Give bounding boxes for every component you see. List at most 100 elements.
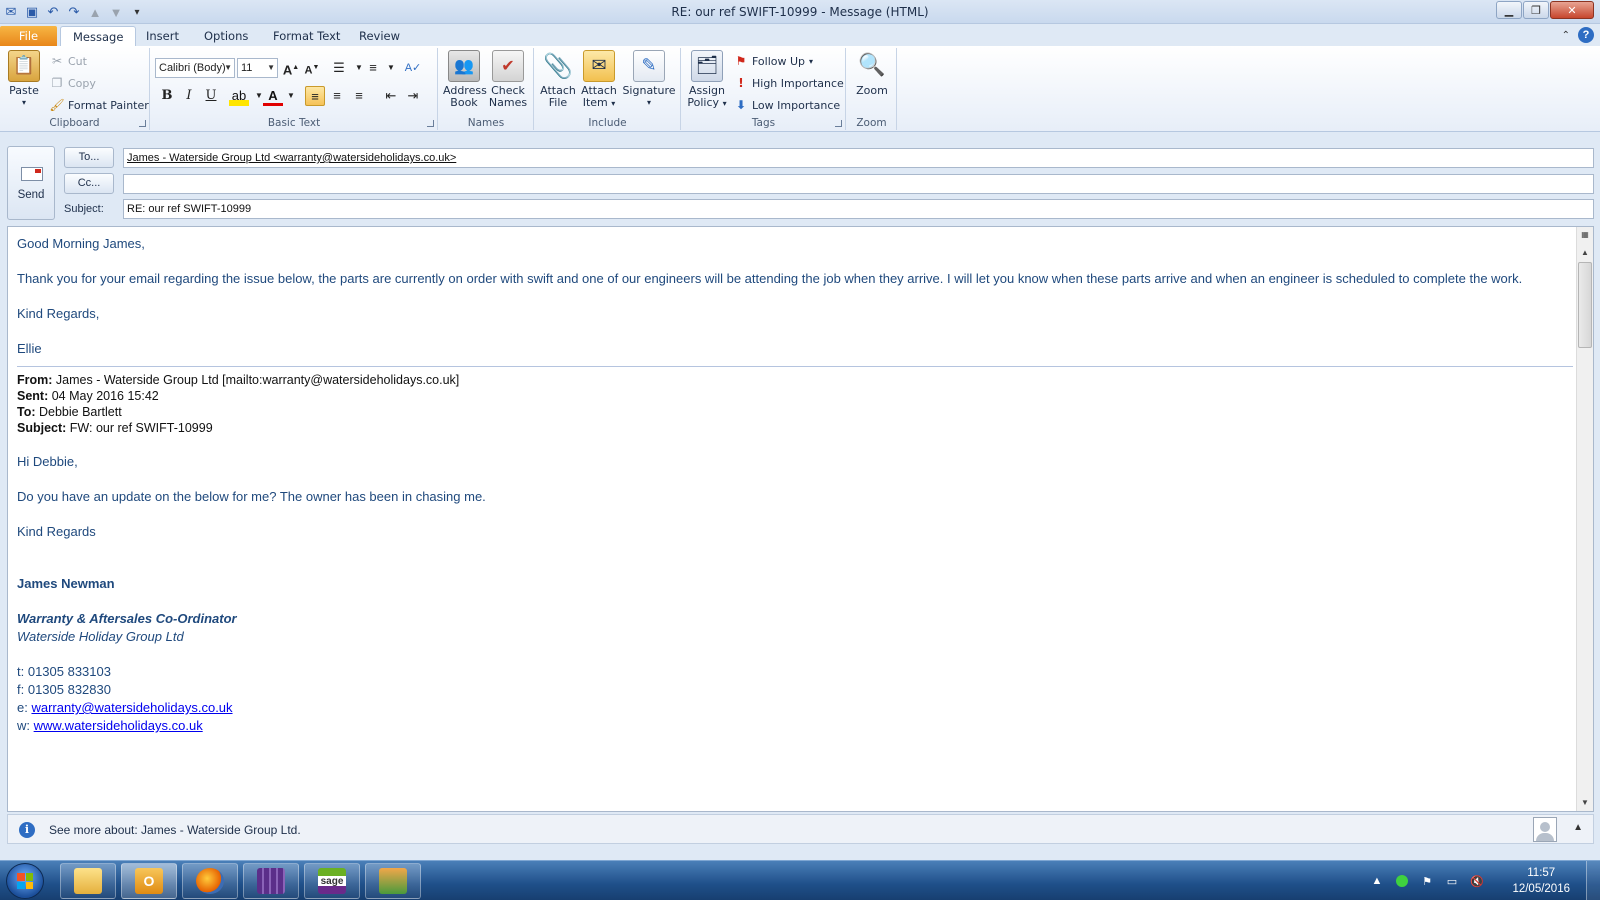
assign-policy-button[interactable]: 🗂 Assign Policy ▾	[686, 50, 728, 110]
tab-format-text[interactable]: Format Text	[261, 26, 352, 46]
font-color-button[interactable]: A	[263, 86, 283, 106]
paste-button[interactable]: 📋 Paste ▾	[6, 50, 42, 109]
signature-email-line: e: warranty@watersideholidays.co.uk	[17, 700, 233, 715]
paste-icon: 📋	[8, 50, 40, 82]
taskbar-people-app[interactable]	[365, 863, 421, 899]
clock-date: 12/05/2016	[1512, 883, 1570, 895]
basic-text-dialog-launcher[interactable]	[427, 120, 434, 127]
minimize-button[interactable]: ▁	[1496, 1, 1522, 19]
taskbar-firefox[interactable]	[182, 863, 238, 899]
send-button[interactable]: Send	[7, 146, 55, 220]
font-size-combo[interactable]: 11 ▼	[237, 58, 278, 78]
flag-icon: ⚑	[735, 54, 747, 68]
high-importance-button[interactable]: ! High Importance	[734, 76, 844, 90]
shrink-font-button[interactable]: A▼	[302, 58, 322, 78]
title-bar: ✉ ▣ ↶ ↷ ▲ ▼ ▾ RE: our ref SWIFT-10999 - …	[0, 0, 1600, 24]
zoom-group: 🔍 Zoom Zoom	[847, 48, 897, 130]
quoted-subject: FW: our ref SWIFT-10999	[69, 421, 213, 435]
zoom-button[interactable]: 🔍 Zoom	[851, 50, 893, 97]
quote-separator	[17, 366, 1573, 367]
format-painter-button[interactable]: 🖌 Format Painter	[49, 98, 148, 112]
start-button[interactable]	[6, 863, 44, 899]
bold-button[interactable]: B	[157, 86, 177, 106]
network-icon[interactable]: ▭	[1444, 873, 1460, 889]
align-right-button[interactable]: ≡	[349, 86, 369, 106]
scroll-down-button[interactable]: ▼	[1577, 795, 1593, 811]
tab-file[interactable]: File	[0, 26, 57, 46]
restore-button[interactable]: ❐	[1523, 1, 1549, 19]
font-name-combo[interactable]: Calibri (Body) ▼	[155, 58, 235, 78]
contact-avatar[interactable]	[1533, 817, 1557, 842]
help-icon[interactable]: ?	[1578, 27, 1594, 43]
cc-field[interactable]	[123, 174, 1594, 194]
cc-button[interactable]: Cc...	[64, 173, 114, 194]
chevron-down-icon[interactable]: ▼	[381, 58, 401, 78]
align-left-button[interactable]: ≡	[305, 86, 325, 106]
signature-company: Waterside Holiday Group Ltd	[17, 629, 184, 644]
status-green-icon[interactable]	[1394, 873, 1410, 889]
clock-time: 11:57	[1527, 867, 1556, 879]
ruler-toggle-icon[interactable]: ▦	[1577, 227, 1593, 243]
taskbar-sage[interactable]: sage	[304, 863, 360, 899]
low-importance-button[interactable]: ⬇ Low Importance	[734, 98, 840, 112]
align-center-button[interactable]: ≡	[327, 86, 347, 106]
to-button[interactable]: To...	[64, 147, 114, 168]
grow-font-button[interactable]: A▲	[281, 58, 301, 78]
vertical-scrollbar[interactable]: ▦ ▲ ▼	[1576, 227, 1593, 811]
scroll-thumb[interactable]	[1578, 262, 1592, 348]
attach-file-button[interactable]: 📎 Attach File	[539, 50, 577, 109]
subject-field[interactable]: RE: our ref SWIFT-10999	[123, 199, 1594, 219]
taskbar-explorer[interactable]	[60, 863, 116, 899]
signature-button[interactable]: ✎ Signature ▾	[621, 50, 677, 109]
show-desktop-button[interactable]	[1586, 861, 1600, 900]
increase-indent-button[interactable]: ⇥	[403, 86, 423, 106]
close-button[interactable]: ✕	[1550, 1, 1594, 19]
highlight-button[interactable]: ab	[229, 86, 249, 106]
italic-button[interactable]: I	[179, 86, 199, 106]
clipboard-group: 📋 Paste ▾ ✂ Cut ❐ Copy 🖌 Format Painter Cli…	[0, 48, 150, 130]
message-content[interactable]: Good Morning James, Thank you for your e…	[17, 235, 1573, 735]
address-book-button[interactable]: 👥 Address Book	[443, 50, 487, 109]
ribbon-tabs: File Message Insert Options Format Text …	[0, 24, 1600, 46]
underline-button[interactable]: U	[201, 86, 221, 106]
show-hidden-icons-icon[interactable]: ▲	[1369, 873, 1385, 889]
to-field[interactable]: James - Waterside Group Ltd <warranty@wa…	[123, 148, 1594, 168]
signature-web-link[interactable]: www.watersideholidays.co.uk	[34, 718, 203, 733]
tab-insert[interactable]: Insert	[134, 26, 191, 46]
grid-app-icon	[257, 868, 285, 894]
numbering-button[interactable]: ≡	[363, 58, 383, 78]
message-body[interactable]: Good Morning James, Thank you for your e…	[7, 226, 1594, 812]
down-arrow-icon: ⬇	[735, 98, 747, 112]
scissors-icon: ✂	[51, 54, 63, 68]
follow-up-button[interactable]: ⚑ Follow Up ▾	[734, 54, 813, 68]
clear-formatting-button[interactable]: A✓	[403, 58, 423, 78]
basic-text-group-label: Basic Text	[267, 117, 321, 129]
tab-message[interactable]: Message	[60, 26, 137, 46]
expand-pane-icon[interactable]: ▲	[1573, 822, 1583, 833]
cut-button[interactable]: ✂ Cut	[50, 54, 87, 68]
minimize-ribbon-icon[interactable]: ⌃	[1562, 30, 1570, 41]
copy-icon: ❐	[51, 76, 63, 90]
scroll-up-button[interactable]: ▲	[1577, 245, 1593, 261]
zoom-group-label: Zoom	[856, 117, 887, 129]
clock[interactable]: 11:57 12/05/2016	[1512, 865, 1570, 897]
tab-options[interactable]: Options	[192, 26, 260, 46]
people-pane-text[interactable]: See more about: James - Waterside Group …	[49, 823, 301, 837]
tags-group-label: Tags	[751, 117, 776, 129]
volume-muted-icon[interactable]: 🔇	[1469, 873, 1485, 889]
attach-item-button[interactable]: ✉ Attach Item ▾	[579, 50, 619, 110]
bullets-button[interactable]: ☰	[329, 58, 349, 78]
chevron-down-icon: ▾	[809, 56, 814, 66]
action-center-flag-icon[interactable]: ⚑	[1419, 873, 1435, 889]
decrease-indent-button[interactable]: ⇤	[381, 86, 401, 106]
check-names-button[interactable]: ✔ Check Names	[487, 50, 529, 109]
taskbar-calculator-app[interactable]	[243, 863, 299, 899]
signature-email-link[interactable]: warranty@watersideholidays.co.uk	[31, 700, 232, 715]
taskbar-outlook[interactable]: O	[121, 863, 177, 899]
outlook-icon: O	[135, 868, 163, 894]
tab-review[interactable]: Review	[347, 26, 412, 46]
tags-dialog-launcher[interactable]	[835, 120, 842, 127]
clipboard-dialog-launcher[interactable]	[139, 120, 146, 127]
chevron-down-icon[interactable]: ▼	[281, 86, 301, 106]
copy-button[interactable]: ❐ Copy	[50, 76, 96, 90]
